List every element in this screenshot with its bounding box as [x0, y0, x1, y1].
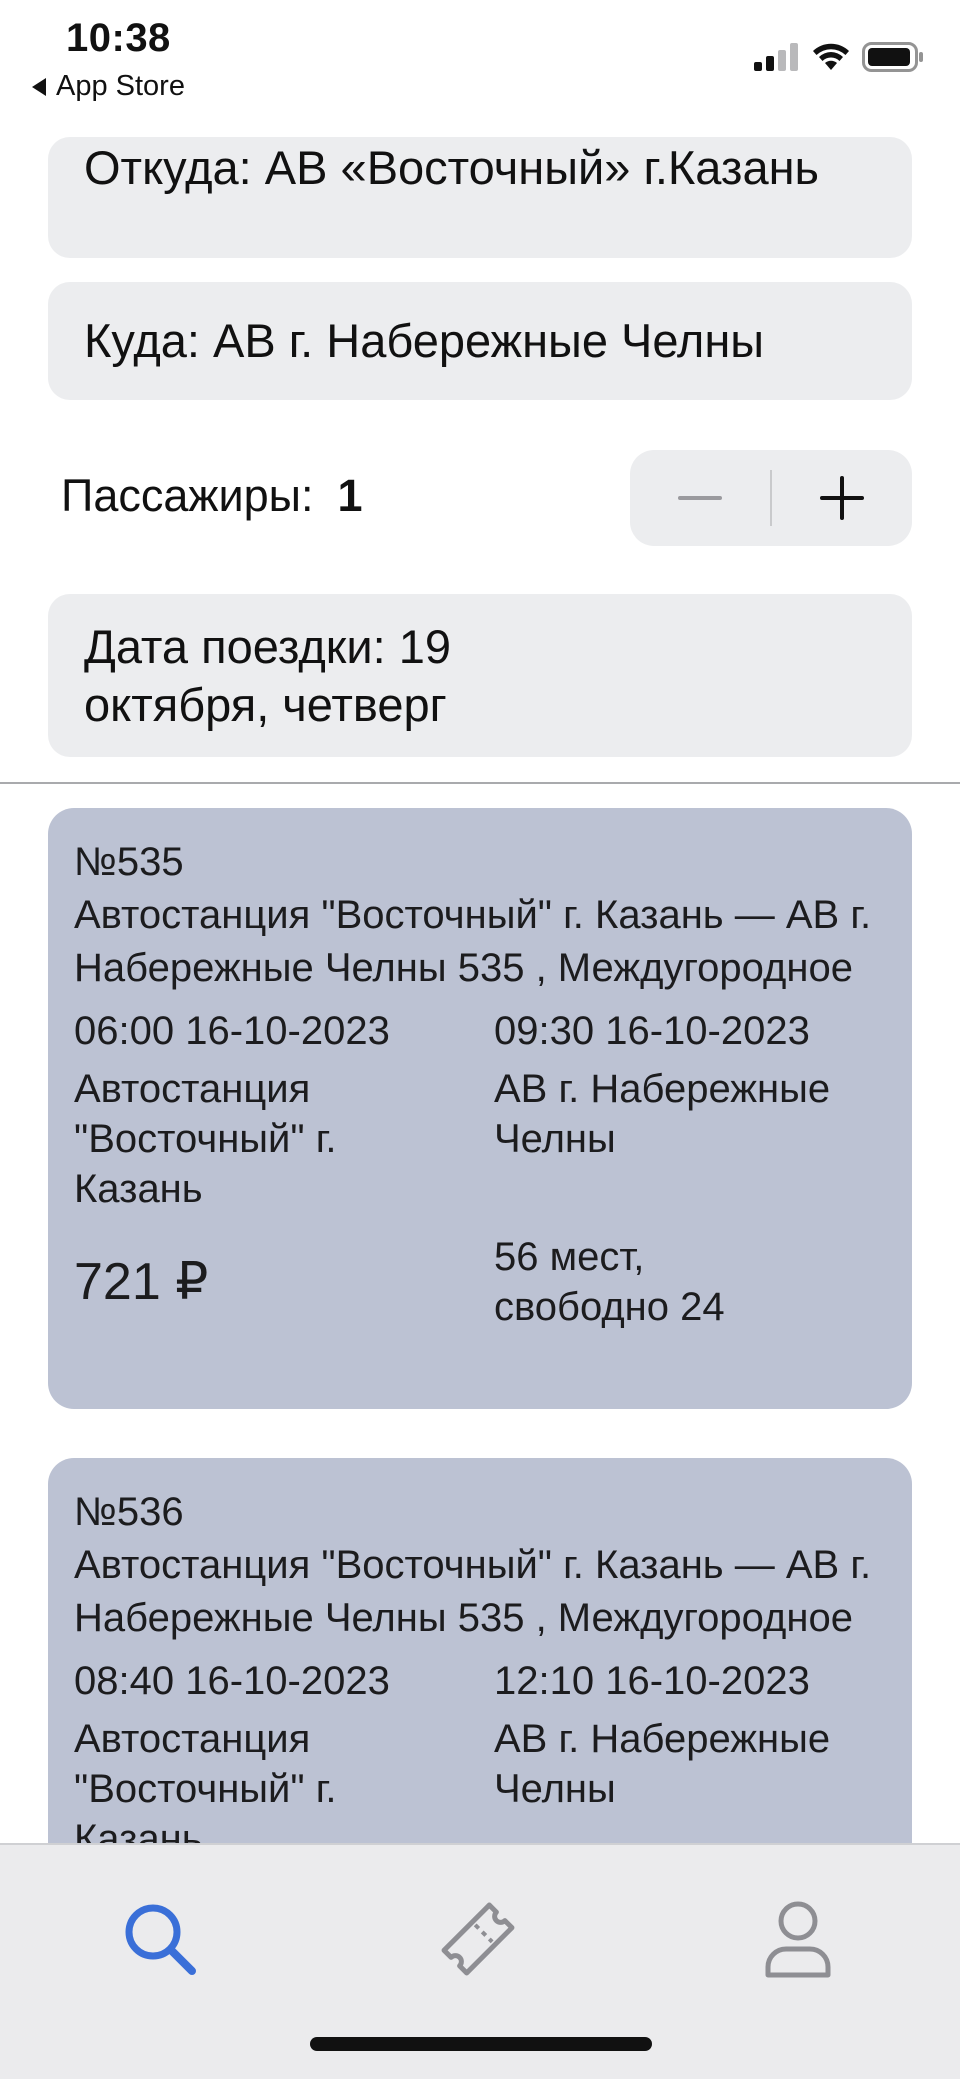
passengers-row: Пассажиры: 1	[61, 470, 363, 522]
back-link-label: App Store	[56, 70, 185, 102]
trip-times: 06:00 16-10-2023 09:30 16-10-2023	[74, 1005, 886, 1058]
trip-route: Автостанция "Восточный" г. Казань — АВ г…	[74, 893, 872, 990]
arrival-station: АВ г. Набережные Челны	[494, 1067, 831, 1161]
from-field[interactable]: Откуда: АВ «Восточный» г.Казань	[48, 137, 912, 258]
to-field[interactable]: Куда: АВ г. Набережные Челны	[48, 282, 912, 400]
departure-time: 08:40 16-10-2023	[74, 1659, 390, 1703]
arrival-station: АВ г. Набережные Челны	[494, 1717, 831, 1811]
passengers-stepper	[630, 450, 912, 546]
trip-route: Автостанция "Восточный" г. Казань — АВ г…	[74, 1543, 872, 1640]
tab-profile[interactable]	[748, 1889, 848, 1989]
plus-icon	[820, 476, 864, 520]
arrival-time: 12:10 16-10-2023	[494, 1659, 810, 1703]
search-icon	[125, 1904, 196, 1975]
departure-station: Автостанция "Восточный" г. Казань	[74, 1717, 337, 1861]
trip-footer: 721 ₽ 56 мест, свободно 24	[74, 1232, 886, 1332]
status-bar: 10:38 App Store	[0, 0, 960, 120]
ticket-icon	[441, 1902, 515, 1976]
trip-number: №535	[74, 840, 184, 884]
battery-icon	[862, 42, 923, 72]
status-icons	[754, 42, 924, 72]
wifi-icon	[813, 43, 849, 70]
departure-station: Автостанция "Восточный" г. Казань	[74, 1067, 337, 1211]
decrement-button[interactable]	[630, 450, 770, 546]
back-triangle-icon	[32, 77, 46, 96]
trip-stations: Автостанция "Восточный" г. Казань АВ г. …	[74, 1064, 886, 1214]
departure-time: 06:00 16-10-2023	[74, 1009, 390, 1053]
person-icon	[765, 1901, 831, 1978]
home-indicator	[310, 2037, 652, 2051]
passengers-count: 1	[337, 470, 363, 521]
to-field-label: Куда: АВ г. Набережные Челны	[84, 314, 765, 367]
date-field-label: Дата поездки: 19 октября, четверг	[84, 620, 451, 731]
tab-search[interactable]	[110, 1889, 210, 1989]
trip-card[interactable]: №535 Автостанция "Восточный" г. Казань —…	[48, 808, 912, 1409]
passengers-label: Пассажиры:	[61, 470, 314, 521]
trip-seats: 56 мест, свободно 24	[494, 1235, 725, 1329]
tab-tickets[interactable]	[428, 1889, 528, 1989]
cellular-signal-icon	[754, 43, 798, 71]
trip-times: 08:40 16-10-2023 12:10 16-10-2023	[74, 1655, 886, 1708]
arrival-time: 09:30 16-10-2023	[494, 1009, 810, 1053]
trip-number: №536	[74, 1490, 184, 1534]
increment-button[interactable]	[772, 450, 912, 546]
status-time: 10:38	[66, 16, 171, 60]
trip-price: 721 ₽	[74, 1252, 209, 1311]
trip-stations: Автостанция "Восточный" г. Казань АВ г. …	[74, 1714, 886, 1864]
results-divider	[0, 782, 960, 784]
minus-icon	[678, 496, 722, 500]
back-to-app-store-link[interactable]: App Store	[32, 70, 185, 103]
date-field[interactable]: Дата поездки: 19 октября, четверг	[48, 594, 912, 757]
